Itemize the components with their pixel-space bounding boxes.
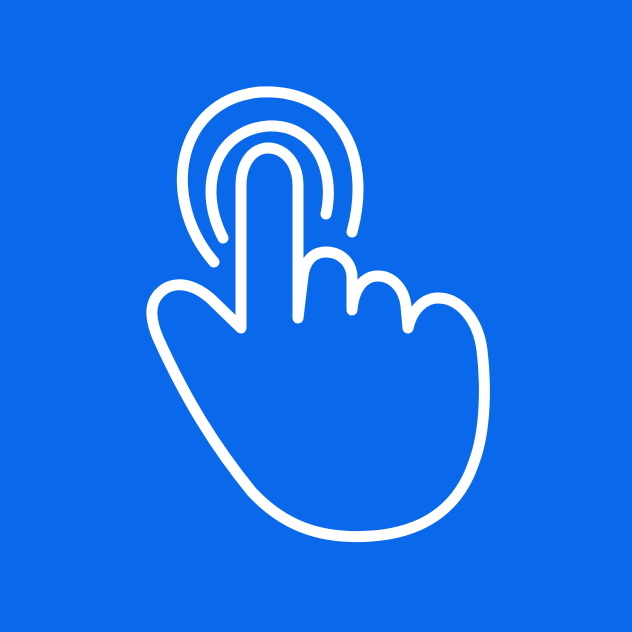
tap-gesture-icon — [0, 0, 632, 632]
hand-outline — [146, 142, 490, 543]
app-icon-tile — [0, 0, 632, 632]
